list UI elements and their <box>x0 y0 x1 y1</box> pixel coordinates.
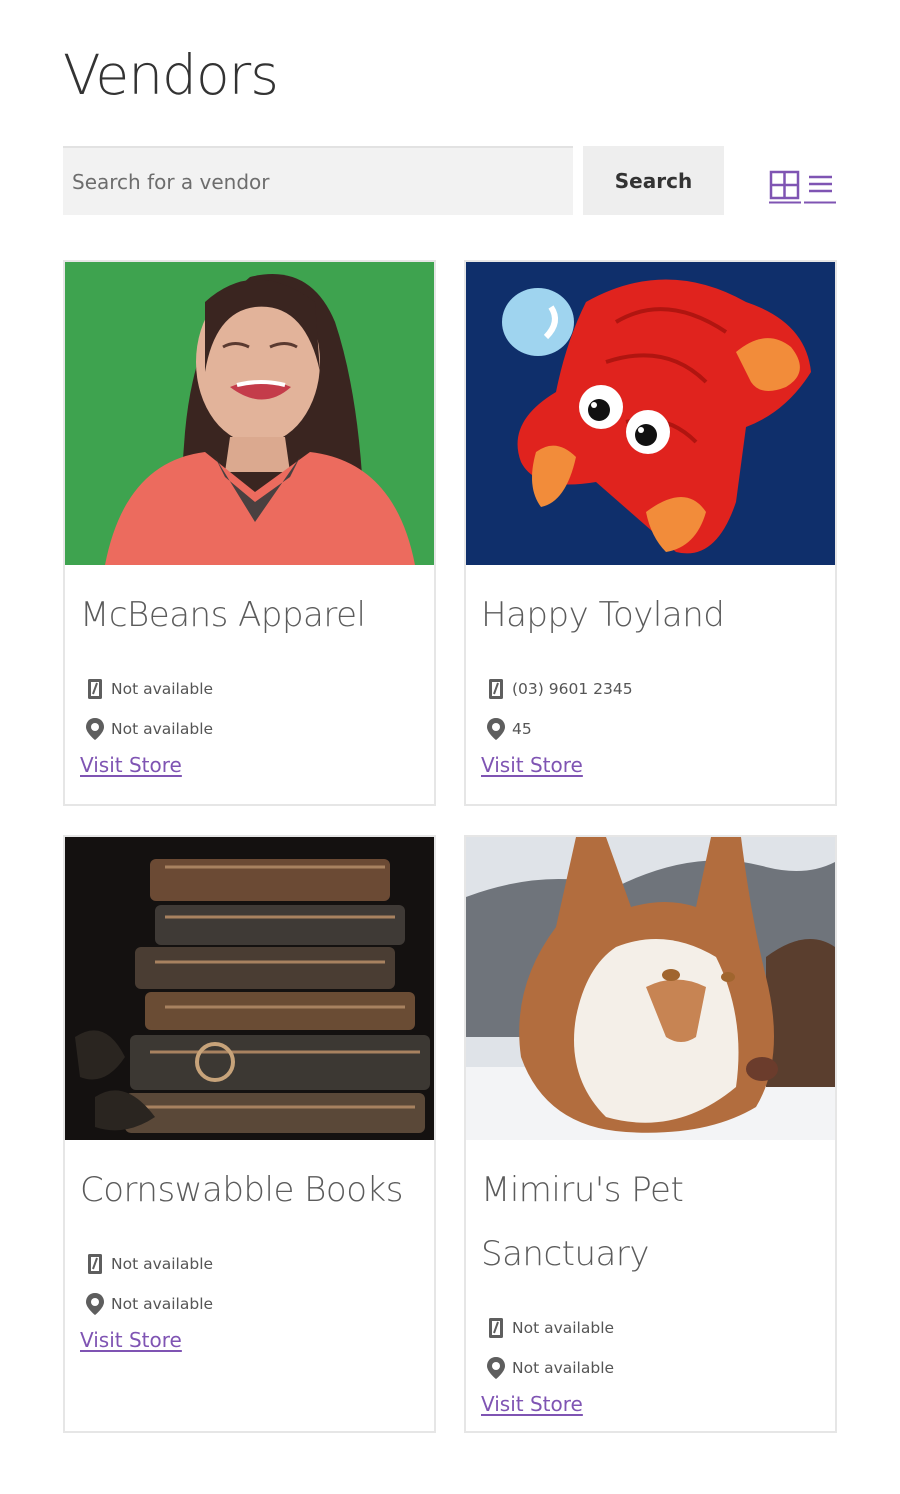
search-button[interactable]: Search <box>583 146 724 215</box>
vendor-address-text: Not available <box>111 720 214 738</box>
vendor-address: Not available <box>80 709 419 749</box>
grid-view-icon[interactable] <box>769 170 801 204</box>
vendor-phone: Not available <box>80 669 419 709</box>
visit-store-link[interactable]: Visit Store <box>80 1324 182 1356</box>
vendor-card: Mimiru's Pet Sanctuary Not available Not… <box>464 835 837 1433</box>
phone-icon <box>481 1317 511 1339</box>
list-view-icon[interactable] <box>804 170 836 204</box>
vendor-photo[interactable] <box>65 837 434 1140</box>
map-pin-icon <box>80 717 110 741</box>
vendor-photo[interactable] <box>466 837 835 1140</box>
vendor-phone-text: Not available <box>111 680 214 698</box>
phone-icon <box>80 678 110 700</box>
vendor-address-text: Not available <box>111 1295 214 1313</box>
vendor-name[interactable]: Happy Toyland <box>481 583 820 647</box>
vendor-phone-text: (03) 9601 2345 <box>512 680 633 698</box>
vendor-name[interactable]: Mimiru's Pet Sanctuary <box>481 1158 820 1286</box>
vendor-address: 45 <box>481 709 820 749</box>
vendor-photo[interactable] <box>466 262 835 565</box>
page-title: Vendors <box>63 43 279 107</box>
map-pin-icon <box>481 717 511 741</box>
vendor-address: Not available <box>80 1284 419 1324</box>
vendor-phone-text: Not available <box>111 1255 214 1273</box>
map-pin-icon <box>481 1356 511 1380</box>
vendor-name[interactable]: McBeans Apparel <box>80 583 419 647</box>
vendor-card: Happy Toyland (03) 9601 2345 45 Visit St… <box>464 260 837 806</box>
visit-store-link[interactable]: Visit Store <box>80 749 182 781</box>
visit-store-link[interactable]: Visit Store <box>481 1388 583 1420</box>
vendor-card: McBeans Apparel Not available Not availa… <box>63 260 436 806</box>
phone-icon <box>80 1253 110 1275</box>
vendor-phone: Not available <box>481 1308 820 1348</box>
vendor-address: Not available <box>481 1348 820 1388</box>
vendor-phone: Not available <box>80 1244 419 1284</box>
vendor-search-input[interactable] <box>63 146 573 215</box>
vendor-address-text: Not available <box>512 1359 615 1377</box>
vendor-photo[interactable] <box>65 262 434 565</box>
vendor-name[interactable]: Cornswabble Books <box>80 1158 419 1222</box>
phone-icon <box>481 678 511 700</box>
vendor-phone: (03) 9601 2345 <box>481 669 820 709</box>
visit-store-link[interactable]: Visit Store <box>481 749 583 781</box>
map-pin-icon <box>80 1292 110 1316</box>
vendor-address-text: 45 <box>512 720 532 738</box>
vendor-card: Cornswabble Books Not available Not avai… <box>63 835 436 1433</box>
vendor-phone-text: Not available <box>512 1319 615 1337</box>
